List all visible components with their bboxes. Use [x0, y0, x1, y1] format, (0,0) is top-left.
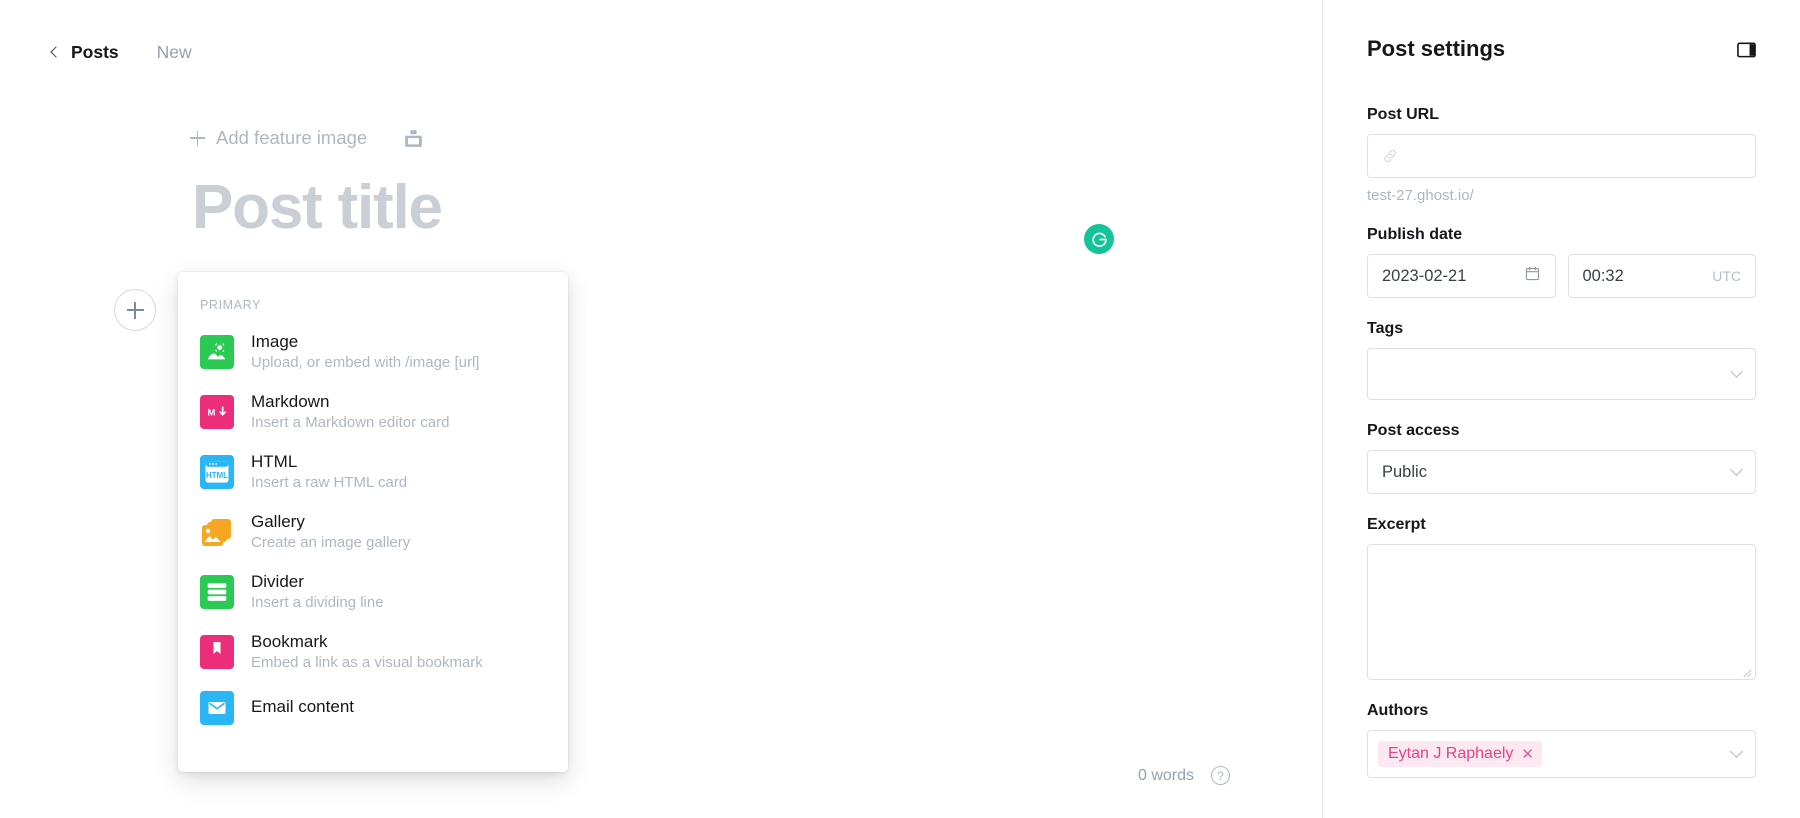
post-access-value: Public	[1382, 462, 1427, 481]
post-url-group: Post URL test-27.ghost.io/	[1367, 106, 1756, 204]
card-menu-item-html[interactable]: HTML HTML Insert a raw HTML card	[178, 442, 568, 502]
breadcrumb-back-label: Posts	[71, 42, 119, 62]
add-feature-image-button[interactable]: Add feature image	[190, 127, 367, 149]
card-menu-item-text: HTML Insert a raw HTML card	[251, 451, 407, 493]
card-menu-item-text: Image Upload, or embed with /image [url]	[251, 331, 479, 373]
word-count: 0 words	[1137, 766, 1194, 784]
unsplash-icon[interactable]	[403, 128, 424, 149]
tags-label: Tags	[1367, 320, 1404, 337]
card-menu-item-description: Embed a link as a visual bookmark	[251, 654, 483, 672]
chevron-down-icon[interactable]	[1730, 364, 1743, 378]
close-icon[interactable]: ✕	[1521, 745, 1534, 763]
breadcrumb-current[interactable]: New	[157, 42, 192, 63]
email-card-icon	[200, 691, 234, 725]
card-menu-item-title: HTML	[251, 452, 298, 471]
html-card-icon: HTML	[200, 455, 234, 489]
card-menu-item-title: Markdown	[251, 392, 330, 411]
card-menu-item-markdown[interactable]: M Markdown Insert a Markdown editor card	[178, 382, 568, 442]
gallery-card-icon	[200, 515, 234, 549]
card-insert-menu: PRIMARY Image Upload, or embed with /ima…	[178, 272, 568, 772]
authors-group: Authors Eytan J Raphaely ✕	[1367, 702, 1756, 778]
card-menu-item-text: Gallery Create an image gallery	[251, 511, 410, 553]
publish-time-input[interactable]: 00:32 UTC	[1567, 254, 1756, 298]
authors-label: Authors	[1367, 702, 1429, 719]
sidebar-header: Post settings	[1367, 36, 1756, 62]
bookmark-card-icon	[200, 635, 234, 669]
card-menu-item-description: Insert a Markdown editor card	[251, 414, 450, 432]
post-url-input[interactable]	[1367, 134, 1756, 178]
card-menu-item-bookmark[interactable]: Bookmark Embed a link as a visual bookma…	[178, 622, 568, 682]
post-settings-sidebar: Post settings Post URL test-27.ghost.io/…	[1322, 0, 1800, 818]
grammarly-icon[interactable]	[1084, 224, 1114, 254]
feature-image-row: Add feature image	[190, 127, 424, 149]
excerpt-textarea[interactable]	[1367, 544, 1756, 680]
markdown-card-icon: M	[200, 395, 234, 429]
card-menu-item-title: Gallery	[251, 512, 305, 531]
author-chip[interactable]: Eytan J Raphaely ✕	[1378, 741, 1542, 767]
editor-footer: 0 words ?	[1138, 766, 1230, 785]
post-title-placeholder[interactable]: Post title	[192, 172, 443, 243]
card-menu-item-image[interactable]: Image Upload, or embed with /image [url]	[178, 322, 568, 382]
publish-date-row: 2023-02-21 00:32 UTC	[1367, 254, 1756, 298]
post-access-select[interactable]: Public	[1367, 450, 1756, 494]
chevron-left-icon	[50, 45, 62, 58]
card-menu-item-title: Image	[251, 332, 299, 351]
post-access-label: Post access	[1367, 422, 1460, 439]
plus-icon	[190, 130, 205, 146]
card-menu-item-text: Markdown Insert a Markdown editor card	[251, 391, 449, 433]
question-mark-icon[interactable]: ?	[1211, 766, 1230, 785]
panel-toggle-icon[interactable]	[1737, 40, 1756, 59]
editor-pane: Posts New Add feature image Post title P…	[0, 0, 1322, 818]
card-menu-item-title: Divider	[251, 572, 304, 591]
tags-group: Tags	[1367, 320, 1756, 400]
calendar-icon[interactable]	[1524, 265, 1541, 287]
card-menu-item-email-content[interactable]: Email content	[178, 682, 568, 734]
svg-text:HTML: HTML	[206, 471, 228, 480]
publish-time-value: 00:32	[1582, 266, 1624, 285]
card-menu-item-gallery[interactable]: Gallery Create an image gallery	[178, 502, 568, 562]
card-menu-item-text: Divider Insert a dividing line	[251, 571, 384, 613]
card-menu-item-divider[interactable]: Divider Insert a dividing line	[178, 562, 568, 622]
image-card-icon	[200, 335, 234, 369]
card-menu-item-text: Email content	[251, 696, 354, 719]
publish-date-input[interactable]: 2023-02-21	[1367, 254, 1556, 298]
divider-card-icon	[200, 575, 234, 609]
card-menu-item-title: Email content	[251, 697, 354, 717]
post-url-hint: test-27.ghost.io/	[1367, 187, 1474, 204]
card-menu-item-description: Upload, or embed with /image [url]	[251, 354, 480, 372]
publish-date-value: 2023-02-21	[1382, 266, 1467, 285]
card-menu-item-title: Bookmark	[251, 632, 328, 651]
card-menu-item-description: Create an image gallery	[251, 534, 411, 552]
svg-text:M: M	[207, 407, 215, 418]
card-menu-item-description: Insert a dividing line	[251, 594, 384, 612]
excerpt-label: Excerpt	[1367, 516, 1426, 533]
authors-select[interactable]: Eytan J Raphaely ✕	[1367, 730, 1756, 778]
add-feature-image-label: Add feature image	[216, 127, 368, 148]
chevron-down-icon[interactable]	[1730, 462, 1743, 476]
card-menu-item-text: Bookmark Embed a link as a visual bookma…	[251, 631, 483, 673]
breadcrumb: Posts New	[50, 42, 192, 63]
publish-date-group: Publish date 2023-02-21 00:32 UTC	[1367, 226, 1756, 298]
add-card-button[interactable]	[114, 289, 156, 331]
author-chip-name: Eytan J Raphaely	[1388, 745, 1514, 762]
link-icon	[1382, 148, 1398, 164]
chevron-down-icon[interactable]	[1730, 744, 1743, 758]
page-title: Post settings	[1367, 36, 1506, 61]
publish-date-label: Publish date	[1367, 226, 1463, 243]
post-url-label: Post URL	[1367, 106, 1439, 123]
ghost-post-editor: Posts New Add feature image Post title P…	[0, 0, 1800, 818]
post-access-group: Post access Public	[1367, 422, 1756, 494]
publish-timezone: UTC	[1712, 268, 1741, 284]
excerpt-group: Excerpt	[1367, 516, 1756, 680]
resize-grip-icon[interactable]	[1741, 665, 1752, 678]
breadcrumb-back-posts[interactable]: Posts	[50, 42, 119, 63]
card-menu-section-title: PRIMARY	[200, 298, 261, 312]
plus-icon-vertical	[134, 301, 136, 319]
tags-input[interactable]	[1367, 348, 1756, 400]
card-menu-item-description: Insert a raw HTML card	[251, 474, 408, 492]
